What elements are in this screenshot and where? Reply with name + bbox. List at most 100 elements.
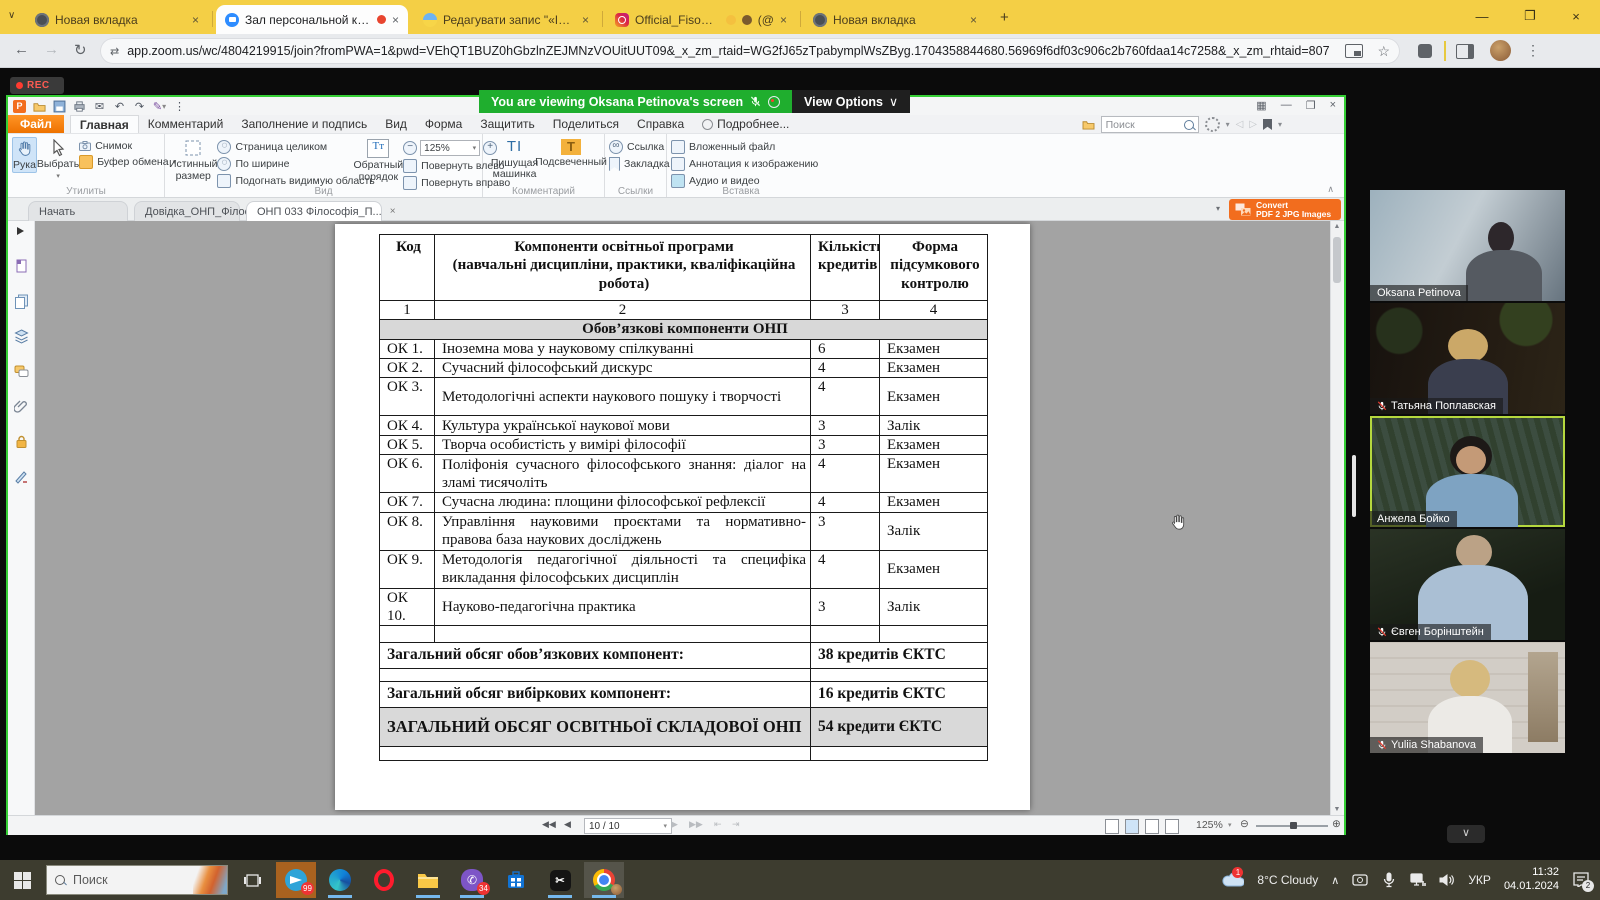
image-annotation-button[interactable]: Аннотация к изображению — [671, 157, 818, 171]
pdf-search-input[interactable]: Поиск — [1101, 116, 1199, 133]
email-icon[interactable]: ✉ — [93, 100, 106, 113]
zoom-in-icon[interactable]: ⊕ — [1332, 818, 1341, 830]
snapshot-button[interactable]: Снимок — [79, 140, 176, 152]
video-tile-tatyana[interactable]: Татьяна Поплавская — [1370, 303, 1565, 414]
bookmarks-panel-icon[interactable] — [1263, 119, 1272, 130]
close-icon[interactable]: × — [192, 13, 199, 27]
first-page-icon[interactable]: ◀◀ — [542, 819, 556, 830]
weather-text[interactable]: 8°C Cloudy — [1257, 873, 1318, 887]
fit-width-button[interactable]: ◌По ширине — [217, 157, 353, 171]
page-number-field[interactable]: 10 / 10▾ — [584, 818, 672, 834]
site-info-icon[interactable]: ⇄ — [110, 45, 119, 58]
window-restore-button[interactable]: ❐ — [1508, 0, 1552, 32]
forward-icon[interactable]: → — [44, 41, 59, 58]
language-indicator[interactable]: УКР — [1468, 873, 1491, 887]
layout-continuous-icon[interactable] — [1125, 819, 1139, 834]
redo-icon[interactable]: ↷ — [133, 100, 146, 113]
profile-avatar[interactable] — [1490, 40, 1511, 61]
pdf-restore-icon[interactable]: ❐ — [1306, 99, 1316, 112]
notification-center[interactable]: 2 — [1572, 871, 1590, 890]
select-tool-button[interactable]: Выбрать▾ — [37, 137, 79, 180]
microphone-icon[interactable] — [1381, 872, 1397, 888]
scroll-up-icon[interactable]: ▲ — [1331, 223, 1343, 230]
taskbar-viber[interactable]: ✆ 34 — [452, 862, 492, 898]
layers-panel-icon[interactable] — [14, 329, 29, 344]
network-icon[interactable] — [1410, 872, 1426, 888]
taskbar-telegram[interactable]: 99 — [276, 862, 316, 898]
panel-resize-handle[interactable] — [1352, 455, 1356, 517]
back-icon[interactable]: ← — [14, 41, 29, 58]
picture-in-picture-icon[interactable] — [1345, 44, 1363, 58]
taskbar-search[interactable]: Поиск — [46, 865, 228, 895]
customize-toolbar-icon[interactable]: ⋮ — [173, 100, 186, 113]
window-close-button[interactable]: × — [1554, 0, 1598, 32]
menu-share[interactable]: Поделиться — [544, 115, 628, 133]
zoom-presets-icon[interactable]: ▾ — [1228, 821, 1232, 829]
browser-tab-zoom[interactable]: Зал персональной конфер × — [216, 5, 408, 34]
browser-tab-instagram[interactable]: Official_Fisomenku ua (@ × — [606, 5, 796, 34]
zoom-slider-handle[interactable] — [1290, 822, 1297, 829]
clock[interactable]: 11:3204.01.2024 — [1504, 866, 1559, 894]
gear-icon[interactable] — [1205, 117, 1220, 132]
taskbar-chrome[interactable] — [584, 862, 624, 898]
search-folder-icon[interactable] — [1082, 119, 1095, 130]
next-view-icon[interactable]: ⇥ — [732, 819, 740, 830]
menu-protect[interactable]: Защитить — [471, 115, 543, 133]
taskbar-edge[interactable] — [320, 862, 360, 898]
menu-form[interactable]: Форма — [416, 115, 471, 133]
nav-back-icon[interactable]: ◁ — [1236, 119, 1244, 130]
hand-tool-button[interactable]: Рука — [12, 137, 37, 173]
task-view-button[interactable] — [232, 862, 272, 898]
tab-list-chevron-icon[interactable]: ▾ — [1216, 204, 1220, 213]
tile-windows-icon[interactable]: ▦ — [1256, 99, 1266, 112]
actual-size-button[interactable]: Истинный размер — [169, 137, 217, 182]
pdf-vertical-scrollbar[interactable]: ▲ ▼ — [1330, 221, 1342, 815]
stamp-tool-icon[interactable]: ✎▾ — [153, 100, 166, 113]
last-page-icon[interactable]: ▶▶ — [689, 819, 703, 830]
undo-icon[interactable]: ↶ — [113, 100, 126, 113]
doc-tab-dovidka[interactable]: Довідка_ОНП_Філосо... — [134, 201, 240, 221]
address-bar[interactable]: ⇄ app.zoom.us/wc/4804219915/join?fromPWA… — [100, 38, 1400, 64]
close-icon[interactable]: × — [392, 13, 399, 27]
thumbnails-panel-icon[interactable] — [14, 259, 29, 274]
scrollbar-thumb[interactable] — [1333, 237, 1341, 283]
bookmark-star-icon[interactable]: ☆ — [1377, 43, 1390, 60]
close-icon[interactable]: × — [970, 13, 977, 27]
security-panel-icon[interactable] — [14, 434, 29, 449]
ribbon-collapse-icon[interactable]: ∧ — [1327, 184, 1334, 195]
weather-widget[interactable]: 1 — [1222, 871, 1244, 890]
reverse-order-button[interactable]: Tт Обратный порядок — [353, 137, 403, 183]
whole-page-button[interactable]: ◌Страница целиком — [217, 140, 353, 154]
prev-page-icon[interactable]: ◀ — [564, 819, 571, 830]
signatures-panel-icon[interactable] — [14, 469, 29, 484]
browser-menu-icon[interactable]: ⋮ — [1526, 42, 1540, 59]
chevron-down-icon[interactable]: ▾ — [1226, 120, 1230, 129]
menu-view[interactable]: Вид — [376, 115, 416, 133]
video-tile-yuliia[interactable]: Yuliia Shabanova — [1370, 642, 1565, 753]
speaker-icon[interactable] — [1439, 872, 1455, 888]
menu-more[interactable]: Подробнее... — [693, 115, 798, 133]
browser-tab-new-1[interactable]: Новая вкладка × — [26, 5, 208, 34]
attachments-panel-icon[interactable] — [14, 399, 29, 414]
close-icon[interactable]: × — [582, 13, 589, 27]
taskbar-opera[interactable] — [364, 862, 404, 898]
pdf-close-icon[interactable]: × — [1330, 99, 1336, 112]
expand-arrow-icon[interactable] — [17, 227, 24, 235]
layout-single-icon[interactable] — [1105, 819, 1119, 834]
browser-tab-edit-post[interactable]: Редагувати запис "«Ідея жерт × — [414, 5, 598, 34]
menu-fill-sign[interactable]: Заполнение и подпись — [232, 115, 376, 133]
browser-tab-new-2[interactable]: Новая вкладка × — [804, 5, 986, 34]
scroll-down-icon[interactable]: ▼ — [1331, 806, 1343, 813]
pages-panel-icon[interactable] — [14, 294, 29, 309]
print-icon[interactable] — [73, 100, 86, 113]
doc-tab-onp-active[interactable]: ОНП 033 Філософія_П...× — [246, 201, 382, 221]
nav-forward-icon[interactable]: ▷ — [1249, 119, 1257, 130]
link-button[interactable]: ∞Ссылка — [609, 140, 670, 154]
start-button[interactable] — [2, 862, 42, 898]
taskbar-capcut[interactable]: ✂ — [540, 862, 580, 898]
video-tile-yevhen[interactable]: Євген Борінштейн — [1370, 529, 1565, 640]
new-tab-button[interactable]: + — [1000, 9, 1009, 26]
convert-pdf-button[interactable]: ConvertPDF 2 JPG Images — [1229, 199, 1341, 220]
close-icon[interactable]: × — [780, 13, 787, 27]
attach-file-button[interactable]: Вложенный файл — [671, 140, 818, 154]
